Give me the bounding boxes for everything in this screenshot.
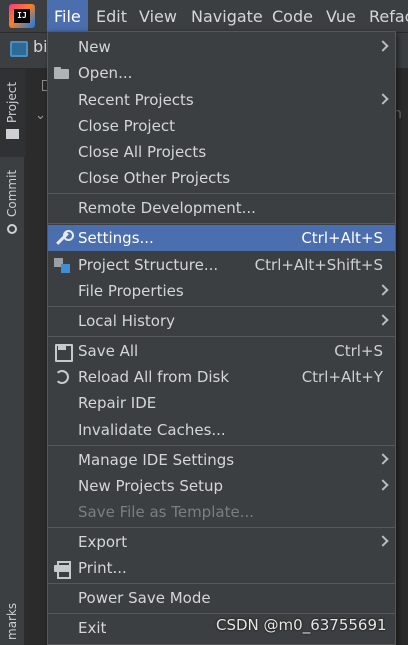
menu-item-settings-label: Settings... (78, 229, 154, 247)
menu-item-close-all-projects[interactable]: Close All Projects (48, 139, 395, 165)
wrench-icon (54, 230, 74, 246)
submenu-arrow-icon (377, 284, 389, 296)
menu-item-local-history-label: Local History (78, 312, 176, 330)
tool-tab-bookmarks[interactable]: marks (0, 600, 25, 645)
menu-item-settings-shortcut: Ctrl+Alt+S (301, 229, 383, 247)
menu-separator (48, 223, 395, 224)
chevron-down-icon[interactable]: ⌄ (35, 108, 46, 123)
menu-item-print-label: Print... (78, 559, 127, 577)
menu-bar: IJ File Edit View Navigate Code Vue Refa… (0, 0, 408, 33)
menu-item-print[interactable]: Print... (48, 555, 395, 581)
menu-item-open-label: Open... (78, 64, 133, 82)
menu-item-reload-all-label: Reload All from Disk (78, 368, 230, 386)
commit-icon (7, 224, 17, 234)
menu-item-remote-development[interactable]: Remote Development... (48, 195, 395, 221)
menu-separator (48, 583, 395, 584)
menu-item-recent-projects-label: Recent Projects (78, 91, 194, 109)
tool-tab-project-label: Project (5, 81, 19, 123)
menu-item-manage-ide-settings[interactable]: Manage IDE Settings (48, 447, 395, 473)
menu-view[interactable]: View (132, 0, 184, 33)
menu-separator (48, 306, 395, 307)
menu-item-open[interactable]: Open... (48, 60, 395, 86)
menu-item-save-all-shortcut: Ctrl+S (334, 342, 383, 360)
menu-item-reload-all-shortcut: Ctrl+Alt+Y (301, 368, 383, 386)
menu-item-save-all[interactable]: Save All Ctrl+S (48, 338, 395, 364)
menu-item-close-project-label: Close Project (78, 117, 175, 135)
submenu-arrow-icon (377, 453, 389, 465)
menu-code[interactable]: Code (265, 0, 320, 33)
menu-separator (48, 613, 395, 614)
menu-navigate[interactable]: Navigate (184, 0, 270, 33)
watermark: CSDN @m0_63755691 (216, 616, 387, 634)
menu-item-project-structure-shortcut: Ctrl+Alt+Shift+S (254, 256, 383, 274)
submenu-arrow-icon (377, 93, 389, 105)
menu-item-new[interactable]: New (48, 34, 395, 60)
menu-item-export-label: Export (78, 533, 128, 551)
menu-item-remote-development-label: Remote Development... (78, 199, 256, 217)
menu-item-project-structure[interactable]: Project Structure... Ctrl+Alt+Shift+S (48, 252, 395, 278)
menu-item-file-properties-label: File Properties (78, 282, 184, 300)
menu-edit[interactable]: Edit (89, 0, 134, 33)
reload-icon (54, 369, 70, 385)
menu-separator (48, 336, 395, 337)
menu-item-invalidate-caches[interactable]: Invalidate Caches... (48, 417, 395, 443)
submenu-arrow-icon (377, 314, 389, 326)
menu-item-power-save-mode[interactable]: Power Save Mode (48, 585, 395, 611)
menu-item-close-other-projects-label: Close Other Projects (78, 169, 231, 187)
submenu-arrow-icon (377, 535, 389, 547)
project-name[interactable]: bi (33, 37, 48, 56)
project-structure-icon (54, 257, 70, 273)
menu-item-manage-ide-settings-label: Manage IDE Settings (78, 451, 235, 469)
menu-item-new-projects-setup[interactable]: New Projects Setup (48, 473, 395, 499)
menu-separator (48, 193, 395, 194)
menu-item-invalidate-caches-label: Invalidate Caches... (78, 421, 226, 439)
menu-item-save-all-label: Save All (78, 342, 139, 360)
print-icon (54, 560, 71, 579)
menu-item-local-history[interactable]: Local History (48, 308, 395, 334)
menu-item-file-properties[interactable]: File Properties (48, 278, 395, 304)
menu-separator (48, 445, 395, 446)
menu-item-repair-ide[interactable]: Repair IDE (48, 390, 395, 416)
menu-item-repair-ide-label: Repair IDE (78, 394, 157, 412)
intellij-logo-icon[interactable]: IJ (9, 4, 35, 28)
menu-vue[interactable]: Vue (319, 0, 363, 33)
menu-refactor[interactable]: Refac (362, 0, 408, 33)
folder-icon (6, 129, 19, 139)
menu-item-save-file-as-template: Save File as Template... (48, 499, 395, 525)
menu-item-export[interactable]: Export (48, 529, 395, 555)
submenu-arrow-icon (377, 479, 389, 491)
project-folder-icon (10, 41, 28, 57)
folder-open-icon (54, 65, 70, 81)
menu-item-close-project[interactable]: Close Project (48, 113, 395, 139)
menu-item-exit-label: Exit (78, 619, 107, 637)
menu-separator (48, 527, 395, 528)
menu-item-reload-all[interactable]: Reload All from Disk Ctrl+Alt+Y (48, 364, 395, 390)
submenu-arrow-icon (377, 40, 389, 52)
menu-item-close-other-projects[interactable]: Close Other Projects (48, 165, 395, 191)
menu-file[interactable]: File (47, 0, 88, 33)
tool-tab-project[interactable]: Project (0, 69, 25, 157)
tool-tab-bookmarks-label: marks (5, 602, 19, 640)
menu-item-new-label: New (78, 38, 111, 56)
menu-item-new-projects-setup-label: New Projects Setup (78, 477, 224, 495)
menu-item-project-structure-label: Project Structure... (78, 256, 219, 274)
save-icon (54, 343, 73, 362)
menu-item-save-file-as-template-label: Save File as Template... (78, 503, 254, 521)
menu-item-settings[interactable]: Settings... Ctrl+Alt+S (48, 225, 395, 251)
tool-tab-commit-label: Commit (5, 169, 19, 217)
menu-item-close-all-projects-label: Close All Projects (78, 143, 207, 161)
tool-tab-commit[interactable]: Commit (0, 160, 25, 240)
file-menu-dropdown: New Open... Recent Projects Close Projec… (47, 31, 396, 645)
menu-item-power-save-mode-label: Power Save Mode (78, 589, 211, 607)
menu-item-recent-projects[interactable]: Recent Projects (48, 87, 395, 113)
